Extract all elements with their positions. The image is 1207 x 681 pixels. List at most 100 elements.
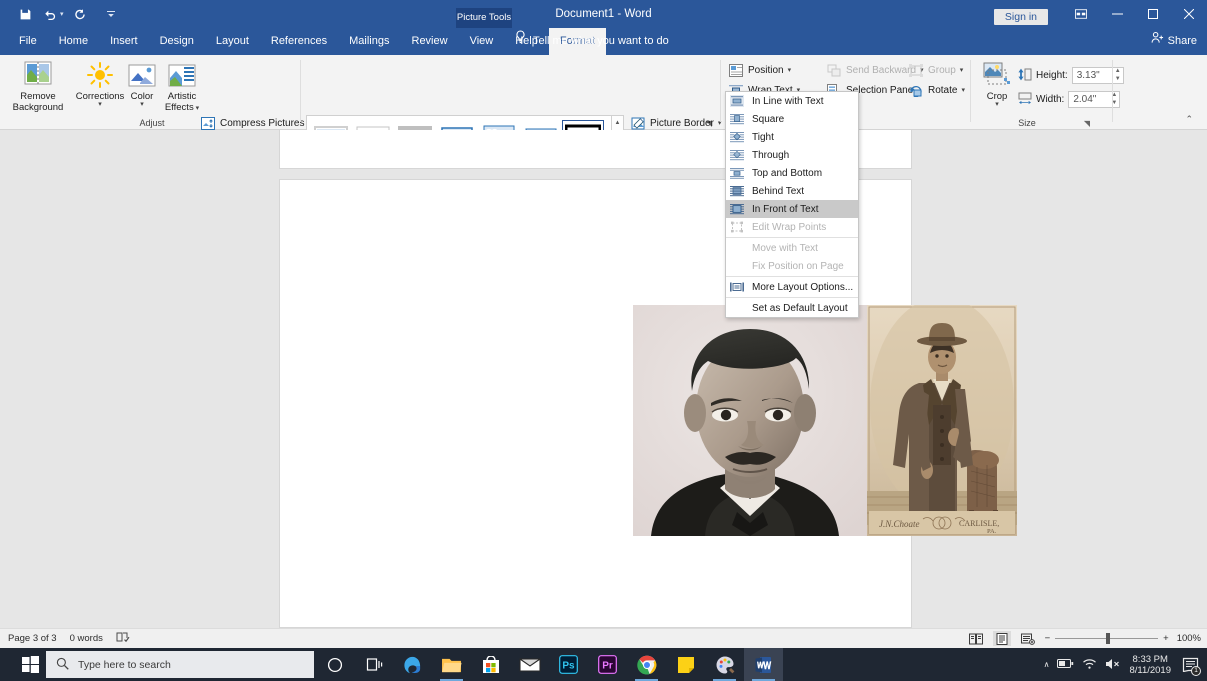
sign-in-button[interactable]: Sign in — [993, 9, 1048, 25]
cortana-icon[interactable] — [315, 648, 354, 681]
web-layout-view-button[interactable] — [1019, 631, 1037, 646]
menu-item-behind-text[interactable]: Behind Text — [726, 182, 858, 200]
svg-text:Ps: Ps — [562, 661, 575, 672]
microsoft-word-icon[interactable] — [744, 648, 783, 681]
menu-label: Through — [752, 149, 790, 161]
menu-item-more-layout-options[interactable]: More Layout Options... — [726, 278, 858, 296]
tab-design[interactable]: Design — [149, 28, 205, 55]
ribbon: Remove Background Corrections ▾ Color ▾ … — [0, 55, 1207, 163]
height-input[interactable]: 3.13" ▲ ▼ — [1071, 67, 1124, 84]
word-count[interactable]: 0 words — [70, 633, 103, 644]
tab-references[interactable]: References — [260, 28, 338, 55]
document-canvas[interactable]: J.N.Choate CARLISLE, PA. — [0, 130, 1207, 628]
corrections-caret-icon[interactable]: ▾ — [76, 101, 125, 108]
file-explorer-icon[interactable] — [432, 648, 471, 681]
zoom-thumb[interactable] — [1106, 633, 1111, 644]
minimize-button[interactable] — [1099, 0, 1135, 28]
ribbon-display-options-icon[interactable] — [1063, 0, 1099, 28]
task-view-icon[interactable] — [354, 648, 393, 681]
save-icon[interactable] — [14, 4, 36, 24]
tab-insert[interactable]: Insert — [99, 28, 149, 55]
read-mode-view-button[interactable] — [967, 631, 985, 646]
adobe-photoshop-icon[interactable]: Ps — [549, 648, 588, 681]
collapse-ribbon-icon[interactable]: ⌃ — [1185, 114, 1193, 125]
undo-dropdown-caret[interactable]: ▾ — [60, 10, 64, 18]
microsoft-edge-icon[interactable] — [393, 648, 432, 681]
undo-icon[interactable] — [39, 4, 61, 24]
customize-qat-icon[interactable] — [100, 4, 122, 24]
remove-background-label: Remove Background — [12, 91, 64, 113]
artistic-effects-caret-icon[interactable]: ▾ — [194, 105, 200, 112]
battery-icon[interactable] — [1057, 658, 1074, 671]
menu-item-through[interactable]: Through — [726, 146, 858, 164]
google-chrome-icon[interactable] — [627, 648, 666, 681]
menu-item-in-front-of-text[interactable]: In Front of Text — [726, 200, 858, 218]
tab-review[interactable]: Review — [401, 28, 459, 55]
share-button[interactable]: Share — [1151, 28, 1197, 55]
wifi-icon[interactable] — [1082, 658, 1097, 672]
clock-date: 8/11/2019 — [1129, 664, 1171, 676]
menu-item-in-line-with-text[interactable]: In Line with Text — [726, 92, 858, 110]
gallery-scroll-up-icon[interactable]: ▲ — [612, 116, 623, 131]
taskbar-search-input[interactable]: Type here to search — [46, 651, 314, 678]
height-spinner[interactable]: ▲ ▼ — [1115, 68, 1121, 82]
print-layout-view-button[interactable] — [992, 631, 1011, 646]
rotate-button[interactable]: Rotate ▾ — [908, 81, 965, 100]
microsoft-store-icon[interactable] — [471, 648, 510, 681]
redo-icon[interactable] — [69, 4, 91, 24]
picture-border-label: Picture Border — [650, 118, 714, 129]
proofing-errors-icon[interactable] — [116, 631, 130, 646]
crop-caret-icon[interactable]: ▾ — [987, 101, 1008, 108]
menu-item-set-as-default-layout[interactable]: Set as Default Layout — [726, 299, 858, 317]
rotate-label: Rotate — [928, 85, 958, 96]
zoom-in-button[interactable]: + — [1163, 633, 1169, 644]
tab-home[interactable]: Home — [48, 28, 99, 55]
crop-button[interactable]: Crop ▾ — [976, 58, 1018, 108]
portrait-photo[interactable] — [633, 305, 867, 536]
group-separator-4 — [1112, 60, 1113, 122]
close-button[interactable] — [1171, 0, 1207, 28]
tell-me-search[interactable]: Tell me what you want to do — [515, 28, 669, 55]
tab-view[interactable]: View — [459, 28, 505, 55]
size-dialog-launcher[interactable]: ◥ — [1084, 119, 1090, 128]
zoom-out-button[interactable]: − — [1045, 633, 1051, 644]
restore-button[interactable] — [1135, 0, 1171, 28]
menu-item-square[interactable]: Square — [726, 110, 858, 128]
mail-icon[interactable] — [510, 648, 549, 681]
volume-muted-icon[interactable] — [1105, 658, 1121, 672]
zoom-level-label[interactable]: 100% — [1177, 633, 1201, 644]
wrap-behind-icon — [729, 184, 745, 198]
action-center-icon[interactable]: 1 — [1179, 654, 1201, 676]
show-hidden-icons-button[interactable]: ∧ — [1044, 660, 1050, 669]
height-value: 3.13" — [1076, 70, 1100, 81]
paint-icon[interactable] — [705, 648, 744, 681]
position-icon — [728, 63, 744, 79]
zoom-track[interactable] — [1055, 633, 1159, 644]
inserted-pictures[interactable]: J.N.Choate CARLISLE, PA. — [633, 305, 1017, 536]
menu-item-tight[interactable]: Tight — [726, 128, 858, 146]
rotate-caret-icon[interactable]: ▾ — [961, 87, 965, 94]
artistic-effects-button[interactable]: Artistic Effects ▾ — [158, 58, 206, 113]
sticky-notes-icon[interactable] — [666, 648, 705, 681]
taskbar-clock[interactable]: 8:33 PM 8/11/2019 — [1129, 654, 1171, 676]
shape-width-field[interactable]: Width: 2.04" ▲ ▼ — [1018, 91, 1121, 108]
width-value: 2.04" — [1073, 94, 1097, 105]
zoom-slider[interactable]: − + — [1045, 633, 1169, 644]
remove-background-button[interactable]: Remove Background — [6, 58, 70, 113]
position-caret-icon[interactable]: ▾ — [788, 67, 792, 74]
cabinet-card-photo[interactable]: J.N.Choate CARLISLE, PA. — [867, 305, 1017, 536]
remove-background-icon — [23, 58, 53, 88]
position-button[interactable]: Position ▾ — [728, 61, 791, 80]
color-caret-icon[interactable]: ▾ — [131, 101, 154, 108]
menu-item-top-and-bottom[interactable]: Top and Bottom — [726, 164, 858, 182]
tab-layout[interactable]: Layout — [205, 28, 260, 55]
wrap-tight-icon — [729, 130, 745, 144]
notification-badge: 1 — [1191, 665, 1201, 676]
page-indicator[interactable]: Page 3 of 3 — [8, 633, 57, 644]
shape-height-field[interactable]: Height: 3.13" ▲ ▼ — [1018, 67, 1124, 84]
tab-file[interactable]: File — [8, 28, 48, 55]
wrap-text-dropdown-menu[interactable]: In Line with Text Square Tight Through T… — [725, 91, 859, 318]
tab-mailings[interactable]: Mailings — [338, 28, 400, 55]
adobe-premiere-icon[interactable]: Pr — [588, 648, 627, 681]
photographer-caption: J.N.Choate — [879, 519, 920, 529]
